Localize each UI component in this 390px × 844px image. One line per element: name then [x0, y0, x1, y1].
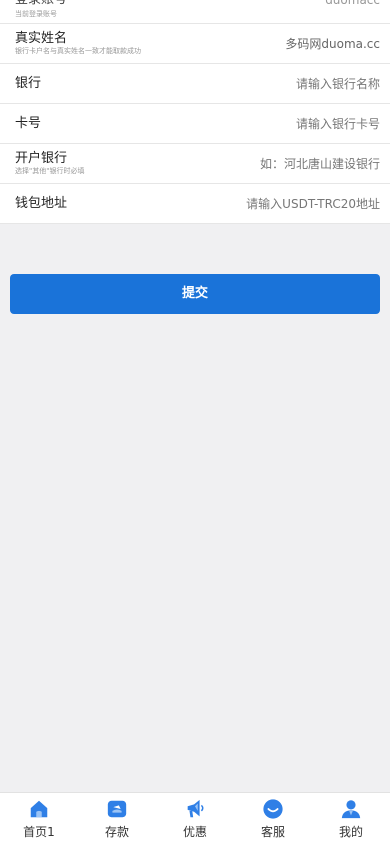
tab-deposit[interactable]: 存款	[78, 793, 156, 844]
card-number-input[interactable]	[180, 116, 380, 132]
chat-icon	[263, 799, 283, 819]
home-icon	[30, 800, 48, 818]
tab-support-label: 客服	[260, 825, 285, 839]
login-account-hint: 当前登录账号	[15, 10, 57, 18]
tab-profile[interactable]: 我的	[312, 793, 390, 844]
real-name-hint: 银行卡户名与真实姓名一致才能取款成功	[15, 47, 141, 55]
tab-home-label: 首页1	[23, 825, 55, 839]
bank-name-input[interactable]	[180, 76, 380, 92]
tab-support[interactable]: 客服	[234, 793, 312, 844]
wallet-address-label: 钱包地址	[15, 196, 68, 211]
card-number-row: 卡号	[0, 104, 390, 144]
real-name-label: 真实姓名	[15, 31, 68, 46]
tab-deposit-label: 存款	[104, 825, 129, 839]
login-account-label: 登录账号	[15, 0, 67, 8]
card-number-label: 卡号	[15, 116, 42, 131]
real-name-value: 多码网duoma.cc	[285, 37, 380, 51]
bank-card-form: 登录账号 当前登录账号 duomacc 真实姓名 银行卡户名与真实姓名一致才能取…	[0, 0, 390, 224]
wallet-address-input[interactable]	[180, 196, 380, 212]
bank-label: 银行	[15, 76, 42, 91]
branch-bank-hint: 选择"其他"银行时必填	[15, 167, 85, 175]
tab-profile-label: 我的	[338, 825, 363, 839]
bottom-tab-bar: 首页1 存款 优惠 客服 我的	[0, 792, 390, 844]
branch-bank-row: 开户银行 选择"其他"银行时必填	[0, 144, 390, 184]
wallet-icon	[107, 800, 127, 818]
megaphone-icon	[187, 799, 204, 818]
tab-promotions-label: 优惠	[182, 825, 207, 839]
tab-promotions[interactable]: 优惠	[156, 793, 234, 844]
branch-bank-input[interactable]	[180, 156, 380, 172]
login-account-row: 登录账号 当前登录账号 duomacc	[0, 0, 390, 24]
wallet-address-row: 钱包地址	[0, 184, 390, 224]
submit-button[interactable]: 提交	[10, 274, 380, 314]
bank-row: 银行	[0, 64, 390, 104]
real-name-row: 真实姓名 银行卡户名与真实姓名一致才能取款成功 多码网duoma.cc	[0, 24, 390, 64]
user-icon	[341, 800, 361, 819]
tab-home[interactable]: 首页1	[0, 793, 78, 844]
branch-bank-label: 开户银行	[15, 151, 68, 166]
bind-bank-card-page: 登录账号 当前登录账号 duomacc 真实姓名 银行卡户名与真实姓名一致才能取…	[0, 0, 390, 844]
login-account-value: duomacc	[325, 0, 380, 7]
